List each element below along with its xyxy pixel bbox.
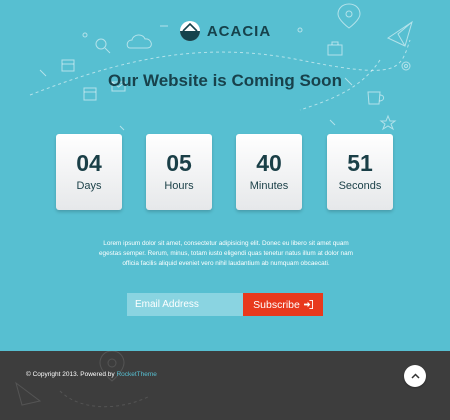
countdown-days-label: Days: [76, 180, 102, 192]
coffee-cup-icon: [367, 91, 385, 105]
countdown-minutes-value: 40: [256, 150, 282, 176]
arrow-up-icon: [410, 373, 420, 379]
countdown-seconds-label: Seconds: [338, 180, 382, 192]
star-icon: [379, 114, 397, 131]
gear-icon: [401, 61, 411, 71]
countdown-hours-value: 05: [166, 150, 192, 176]
description-text: Lorem ipsum dolor sit amet, consectetur …: [99, 240, 353, 267]
countdown-seconds: 51 Seconds: [327, 134, 393, 210]
countdown-days-value: 04: [76, 150, 102, 176]
countdown-days: 04 Days: [56, 134, 122, 210]
back-to-top-button[interactable]: [404, 365, 426, 387]
sign-in-icon: [303, 300, 313, 309]
countdown-hours: 05 Hours: [146, 134, 212, 210]
hero-section: ACACIA Our Website is Coming Soon 04 Day…: [0, 0, 450, 351]
copyright-text: © Copyright 2013. Powered by RocketTheme: [26, 371, 157, 378]
countdown-timer: 04 Days 05 Hours 40 Minutes 51 Seconds: [56, 134, 394, 211]
logo-mark-icon: [179, 21, 200, 41]
brand-logo[interactable]: ACACIA: [0, 20, 450, 42]
subscribe-button[interactable]: Subscribe: [243, 293, 323, 316]
calendar-icon: [61, 59, 75, 72]
countdown-seconds-value: 51: [347, 150, 373, 176]
countdown-minutes: 40 Minutes: [236, 134, 302, 210]
footer-doodles: [15, 351, 151, 408]
brand-name: ACACIA: [206, 22, 272, 40]
rockettheme-link[interactable]: RocketTheme: [116, 371, 156, 378]
subscribe-button-label: Subscribe: [253, 298, 300, 311]
email-input[interactable]: [127, 293, 243, 316]
briefcase-icon: [327, 41, 343, 56]
subscribe-form: Subscribe: [127, 293, 323, 316]
copyright-prefix: © Copyright 2013. Powered by: [26, 371, 117, 378]
countdown-hours-label: Hours: [164, 180, 194, 192]
footer: © Copyright 2013. Powered by RocketTheme: [0, 351, 450, 420]
countdown-minutes-label: Minutes: [249, 180, 289, 192]
page-title: Our Website is Coming Soon: [108, 71, 342, 90]
